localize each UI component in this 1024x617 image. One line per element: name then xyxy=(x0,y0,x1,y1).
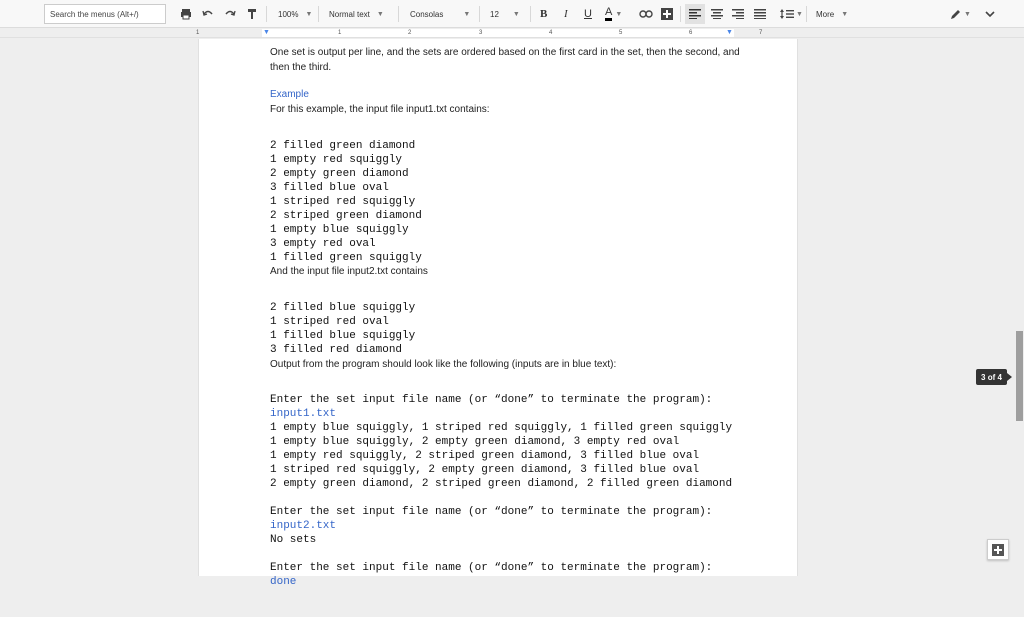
vertical-scrollbar[interactable] xyxy=(1015,38,1024,576)
ruler-number: 5 xyxy=(619,30,623,36)
zoom-value: 100% xyxy=(278,9,299,19)
undo-icon[interactable] xyxy=(202,0,214,28)
editing-mode-button[interactable]: ▼ xyxy=(950,0,971,28)
ruler-number: 3 xyxy=(479,30,483,36)
redo-icon[interactable] xyxy=(224,0,236,28)
code-line: 1 striped red oval xyxy=(270,316,389,328)
chevron-down-icon: ▼ xyxy=(305,10,313,18)
sample-output-3: Enter the set input file name (or “done”… xyxy=(270,547,712,617)
code-line: 2 empty green diamond xyxy=(270,168,409,180)
right-indent-marker-icon[interactable]: ▼ xyxy=(726,29,733,36)
search-menus-input[interactable]: Search the menus (Alt+/) xyxy=(44,4,166,24)
example-heading: Example xyxy=(270,89,309,100)
italic-button[interactable]: I xyxy=(564,0,568,28)
output-line: 1 empty blue squiggly, 2 empty green dia… xyxy=(270,436,680,448)
ruler-number: 6 xyxy=(689,30,693,36)
user-input-line: done xyxy=(270,576,297,588)
font-size-select[interactable]: 12 ▼ xyxy=(490,0,520,28)
code-line: 2 filled blue squiggly xyxy=(270,302,416,314)
code-line: 2 striped green diamond xyxy=(270,210,422,222)
font-select[interactable]: Consolas ▼ xyxy=(410,0,470,28)
more-label: More xyxy=(816,9,835,19)
prompt-line: Enter the set input file name (or “done”… xyxy=(270,506,713,518)
code-line: 3 filled red diamond xyxy=(270,344,403,356)
chevron-down-icon: ▼ xyxy=(463,10,471,18)
align-justify-icon[interactable] xyxy=(754,0,766,28)
user-input-line: input2.txt xyxy=(270,520,337,532)
pencil-icon xyxy=(951,10,960,19)
text-color-button[interactable]: A ▼ xyxy=(605,0,622,28)
align-center-icon[interactable] xyxy=(711,0,723,28)
text-color-icon: A xyxy=(605,7,613,21)
output-intro: Output from the program should look like… xyxy=(270,359,617,370)
output-line: No sets xyxy=(270,534,317,546)
plus-icon xyxy=(992,543,1004,556)
chevron-down-icon: ▼ xyxy=(841,10,849,18)
indent-marker-icon[interactable]: ▼ xyxy=(263,29,270,36)
ruler[interactable]: 1 ▼ 1 2 3 4 5 6 ▼ 7 xyxy=(0,28,1024,38)
chevron-down-icon: ▼ xyxy=(615,10,623,18)
code-line: 1 empty blue squiggly xyxy=(270,224,409,236)
code-line: 1 filled blue squiggly xyxy=(270,330,416,342)
prompt-line: Enter the set input file name (or “done”… xyxy=(270,562,713,574)
style-value: Normal text xyxy=(329,9,370,19)
chevron-down-icon: ▼ xyxy=(512,10,520,18)
print-icon[interactable] xyxy=(180,0,192,28)
align-right-icon[interactable] xyxy=(732,0,744,28)
intro-paragraph: One set is output per line, and the sets… xyxy=(270,47,740,73)
ruler-number: 2 xyxy=(408,30,412,36)
page-indicator: 3 of 4 xyxy=(976,369,1012,385)
ruler-number: 1 xyxy=(196,30,200,36)
document-page[interactable]: One set is output per line, and the sets… xyxy=(198,39,798,588)
insert-comment-icon[interactable] xyxy=(661,0,673,28)
paint-format-icon[interactable] xyxy=(247,0,257,28)
code-line: 3 filled blue oval xyxy=(270,182,389,194)
bold-button[interactable]: B xyxy=(540,0,547,28)
align-left-icon[interactable] xyxy=(685,4,705,24)
code-line: 3 empty red oval xyxy=(270,238,376,250)
output-line: 1 striped red squiggly, 2 empty green di… xyxy=(270,464,700,476)
chevron-down-icon: ▼ xyxy=(964,10,971,18)
ruler-active-area xyxy=(262,29,734,37)
code-line: 1 empty red squiggly xyxy=(270,154,403,166)
output-line: 1 empty red squiggly, 2 striped green di… xyxy=(270,450,700,462)
chevron-down-icon: ▼ xyxy=(376,10,384,18)
more-button[interactable]: More ▼ xyxy=(816,0,848,28)
output-line: 1 empty blue squiggly, 1 striped red squ… xyxy=(270,422,733,434)
user-input-line: input1.txt xyxy=(270,408,337,420)
ruler-number: 1 xyxy=(338,30,342,36)
prompt-line: Enter the set input file name (or “done”… xyxy=(270,394,713,406)
line-spacing-icon[interactable]: ▼ xyxy=(780,0,803,28)
code-line: 1 filled green squiggly xyxy=(270,252,422,264)
collapse-toolbar-icon[interactable] xyxy=(985,0,995,28)
style-select[interactable]: Normal text ▼ xyxy=(329,0,384,28)
ruler-number: 4 xyxy=(549,30,553,36)
font-value: Consolas xyxy=(410,9,444,19)
add-comment-button[interactable] xyxy=(987,539,1009,560)
code-line: 1 striped red squiggly xyxy=(270,196,416,208)
ruler-number: 7 xyxy=(759,30,763,36)
underline-button[interactable]: U xyxy=(584,0,592,28)
link-icon[interactable] xyxy=(639,0,653,28)
example-text: For this example, the input file input1.… xyxy=(270,104,490,115)
input2-intro: And the input file input2.txt contains xyxy=(270,266,428,277)
toolbar: Search the menus (Alt+/) 100% ▼ Normal te… xyxy=(0,0,1024,28)
output-line: 2 empty green diamond, 2 striped green d… xyxy=(270,478,733,490)
code-line: 2 filled green diamond xyxy=(270,140,416,152)
zoom-select[interactable]: 100% ▼ xyxy=(278,0,312,28)
scrollbar-thumb[interactable] xyxy=(1016,331,1023,421)
font-size-value: 12 xyxy=(490,9,499,19)
chevron-down-icon: ▼ xyxy=(796,10,803,18)
